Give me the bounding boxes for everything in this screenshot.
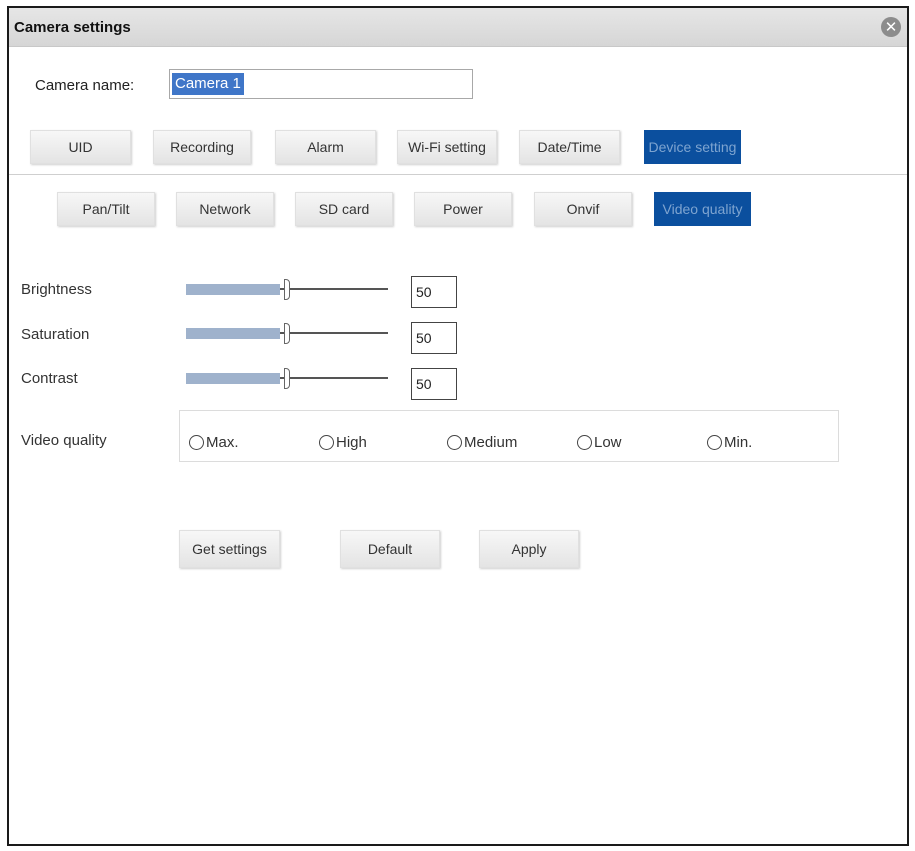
- radio-low-label: Low: [594, 434, 622, 451]
- contrast-slider-fill: [186, 373, 280, 384]
- radio-circle-icon: [189, 435, 204, 450]
- get-settings-button[interactable]: Get settings: [179, 530, 280, 568]
- contrast-slider-handle[interactable]: [284, 368, 290, 389]
- radio-circle-icon: [447, 435, 462, 450]
- tab-date-time[interactable]: Date/Time: [519, 130, 620, 164]
- title-bar: Camera settings ✕: [9, 8, 907, 47]
- saturation-slider-handle[interactable]: [284, 323, 290, 344]
- brightness-slider-handle[interactable]: [284, 279, 290, 300]
- contrast-value[interactable]: 50: [411, 368, 457, 400]
- radio-circle-icon: [707, 435, 722, 450]
- radio-min[interactable]: Min.: [707, 434, 752, 451]
- brightness-label: Brightness: [21, 281, 92, 298]
- camera-settings-dialog: Camera settings ✕ Camera name: Camera 1 …: [7, 6, 909, 846]
- saturation-label: Saturation: [21, 326, 90, 343]
- subtab-network[interactable]: Network: [176, 192, 274, 226]
- camera-name-label: Camera name:: [35, 77, 135, 94]
- brightness-slider-track: [280, 288, 388, 290]
- subtab-sd-card[interactable]: SD card: [295, 192, 393, 226]
- tab-divider: [9, 174, 907, 175]
- radio-high[interactable]: High: [319, 434, 367, 451]
- contrast-slider-track: [280, 377, 388, 379]
- saturation-slider[interactable]: [186, 323, 388, 345]
- radio-high-label: High: [336, 434, 367, 451]
- radio-max-label: Max.: [206, 434, 239, 451]
- default-button[interactable]: Default: [340, 530, 440, 568]
- subtab-onvif[interactable]: Onvif: [534, 192, 632, 226]
- subtab-pan-tilt[interactable]: Pan/Tilt: [57, 192, 155, 226]
- camera-name-selected-text: Camera 1: [172, 73, 244, 95]
- brightness-slider[interactable]: [186, 279, 388, 301]
- tab-uid[interactable]: UID: [30, 130, 131, 164]
- brightness-slider-fill: [186, 284, 280, 295]
- tab-recording[interactable]: Recording: [153, 130, 251, 164]
- radio-max[interactable]: Max.: [189, 434, 239, 451]
- tab-wifi-setting[interactable]: Wi-Fi setting: [397, 130, 497, 164]
- subtab-video-quality[interactable]: Video quality: [654, 192, 751, 226]
- saturation-value[interactable]: 50: [411, 322, 457, 354]
- subtab-power[interactable]: Power: [414, 192, 512, 226]
- saturation-slider-track: [280, 332, 388, 334]
- tab-alarm[interactable]: Alarm: [275, 130, 376, 164]
- video-quality-label: Video quality: [21, 432, 107, 449]
- apply-button[interactable]: Apply: [479, 530, 579, 568]
- contrast-slider[interactable]: [186, 368, 388, 390]
- contrast-label: Contrast: [21, 370, 78, 387]
- saturation-slider-fill: [186, 328, 280, 339]
- radio-min-label: Min.: [724, 434, 753, 451]
- radio-circle-icon: [319, 435, 334, 450]
- radio-low[interactable]: Low: [577, 434, 622, 451]
- dialog-title: Camera settings: [14, 19, 131, 36]
- radio-circle-icon: [577, 435, 592, 450]
- brightness-value[interactable]: 50: [411, 276, 457, 308]
- radio-medium[interactable]: Medium: [447, 434, 517, 451]
- tab-device-setting[interactable]: Device setting: [644, 130, 741, 164]
- radio-medium-label: Medium: [464, 434, 518, 451]
- close-icon[interactable]: ✕: [881, 17, 901, 37]
